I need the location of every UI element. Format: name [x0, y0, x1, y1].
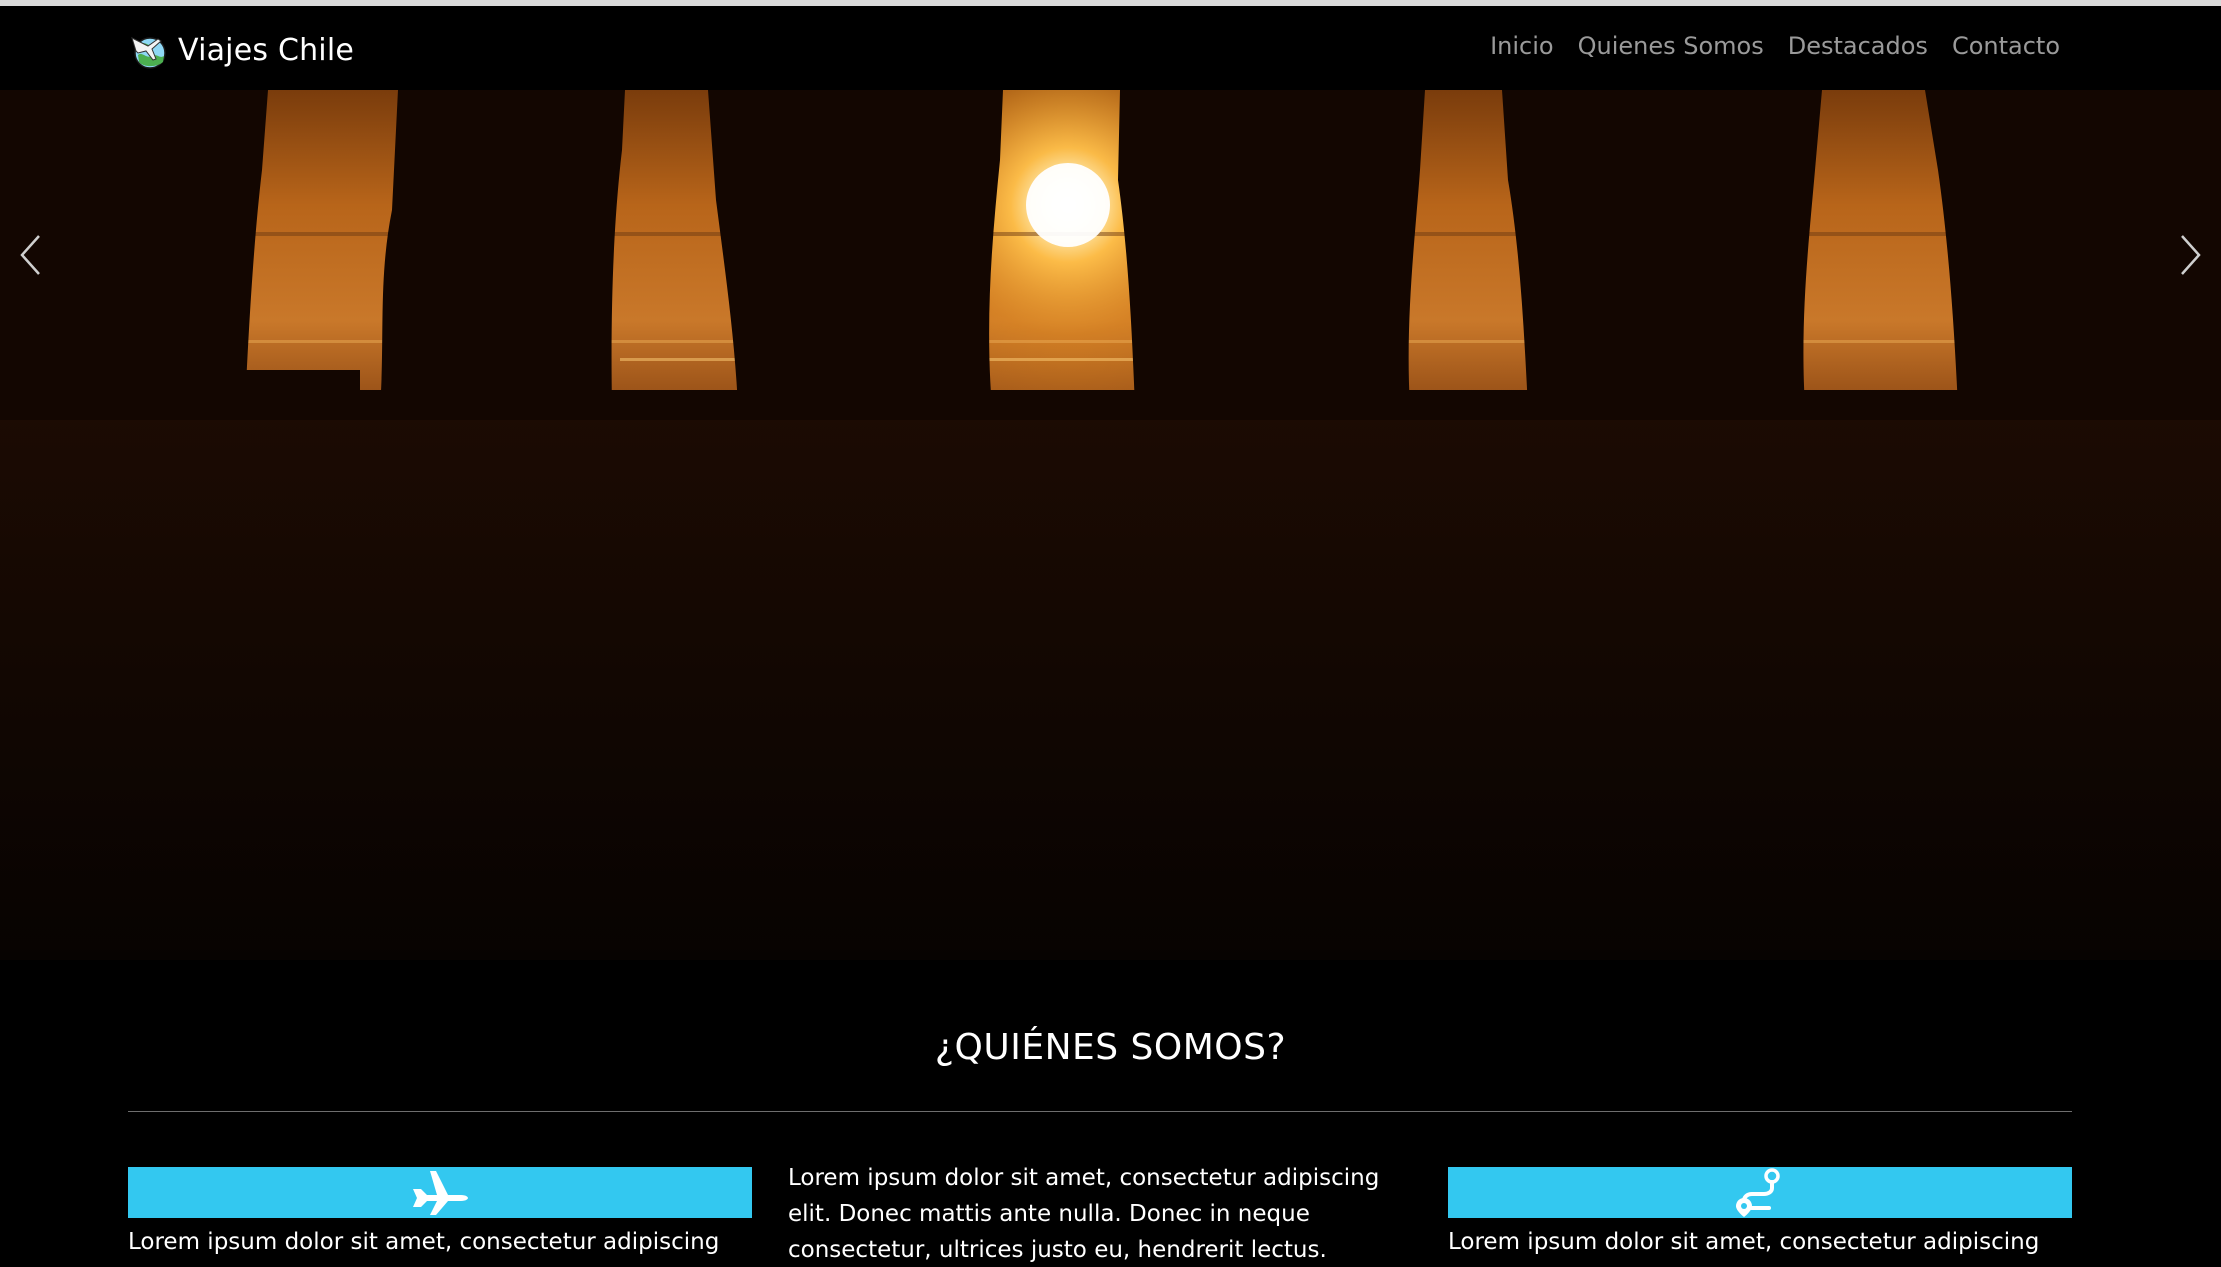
section-divider: [128, 1111, 2072, 1112]
nav-item-contacto[interactable]: Contacto: [1952, 32, 2060, 60]
icon-bar: [1448, 1167, 2072, 1218]
section-title: ¿QUIÉNES SOMOS?: [934, 1027, 1287, 1068]
chevron-left-icon: [20, 235, 40, 275]
carousel-next-button[interactable]: [2161, 215, 2221, 295]
page: Viajes Chile Inicio Quienes Somos Destac…: [0, 0, 2221, 1267]
airplane-icon: [413, 1170, 468, 1215]
about-column-2: Lorem ipsum dolor sit amet, consectetur …: [788, 1165, 1412, 1267]
carousel-prev-button[interactable]: [0, 215, 60, 295]
main-nav: Inicio Quienes Somos Destacados Contacto: [1490, 32, 2060, 60]
about-section: ¿QUIÉNES SOMOS? Lorem ipsum dolor sit am…: [0, 960, 2221, 1267]
brand-name: Viajes Chile: [178, 32, 355, 68]
about-column-text: Lorem ipsum dolor sit amet, consectetur …: [1448, 1229, 2040, 1267]
about-column-3: Lorem ipsum dolor sit amet, consectetur …: [1448, 1167, 2072, 1267]
about-column-text: Lorem ipsum dolor sit amet, consectetur …: [788, 1165, 1380, 1263]
route-icon: [1736, 1167, 1780, 1217]
chevron-right-icon: [2181, 235, 2201, 275]
hero-image-moai-sunset: [0, 90, 2221, 960]
navbar: Viajes Chile Inicio Quienes Somos Destac…: [0, 6, 2221, 90]
nav-item-inicio[interactable]: Inicio: [1490, 32, 1554, 60]
globe-plane-logo-icon: [131, 37, 166, 69]
nav-item-destacados[interactable]: Destacados: [1788, 32, 1928, 60]
brand-link[interactable]: Viajes Chile: [128, 20, 354, 80]
nav-item-quienes-somos[interactable]: Quienes Somos: [1578, 32, 1764, 60]
about-column-text: Lorem ipsum dolor sit amet, consectetur …: [128, 1229, 720, 1267]
hero-carousel: [0, 90, 2221, 960]
about-column-1: Lorem ipsum dolor sit amet, consectetur …: [128, 1167, 752, 1267]
icon-bar: [128, 1167, 752, 1218]
